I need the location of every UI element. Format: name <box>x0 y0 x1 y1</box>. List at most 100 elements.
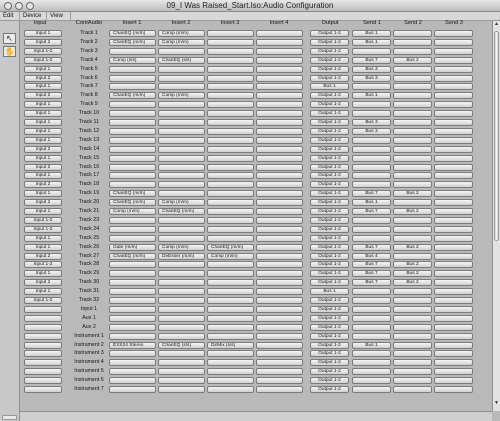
send-slot[interactable] <box>434 65 473 73</box>
insert-slot[interactable] <box>256 110 303 118</box>
send-slot[interactable] <box>434 101 473 109</box>
insert-slot[interactable] <box>109 234 156 242</box>
insert-slot[interactable] <box>158 119 205 126</box>
send-slot[interactable] <box>393 341 432 349</box>
insert-slot[interactable] <box>256 270 303 278</box>
edit-menu[interactable]: Edit <box>0 12 20 21</box>
insert-slot[interactable] <box>256 65 303 73</box>
insert-slot[interactable] <box>207 127 254 135</box>
send-slot[interactable] <box>393 305 432 313</box>
send-slot[interactable]: Bus 2 <box>393 261 432 269</box>
send-slot[interactable] <box>434 225 473 233</box>
output-selector[interactable]: Output 1-2 <box>310 199 349 207</box>
insert-slot[interactable] <box>109 288 156 296</box>
insert-slot[interactable]: ChanEQ (m/m) <box>109 92 156 100</box>
send-slot[interactable] <box>434 74 473 82</box>
scroll-up-icon[interactable]: ▲ <box>494 22 499 27</box>
send-slot[interactable] <box>352 181 391 189</box>
insert-slot[interactable]: Comp (m/m) <box>109 208 156 215</box>
send-slot[interactable]: Bus 1 <box>352 30 391 37</box>
output-selector[interactable]: Output 1-2 <box>310 350 349 358</box>
insert-slot[interactable] <box>109 323 156 331</box>
output-selector[interactable]: Output 1-2 <box>310 127 349 135</box>
insert-slot[interactable] <box>256 136 303 144</box>
insert-slot[interactable] <box>256 341 303 349</box>
send-slot[interactable] <box>393 359 432 367</box>
input-selector[interactable]: Input 2 <box>24 163 62 171</box>
input-selector[interactable] <box>24 359 62 367</box>
insert-slot[interactable] <box>158 350 205 358</box>
insert-slot[interactable] <box>109 154 156 162</box>
insert-slot[interactable] <box>256 154 303 162</box>
send-slot[interactable]: Bus 3 <box>352 74 391 82</box>
input-selector[interactable] <box>24 368 62 376</box>
insert-slot[interactable] <box>207 386 254 393</box>
send-slot[interactable]: Bus 1 <box>352 92 391 100</box>
insert-slot[interactable] <box>109 127 156 135</box>
send-slot[interactable] <box>434 190 473 198</box>
insert-slot[interactable] <box>256 261 303 269</box>
send-slot[interactable] <box>352 101 391 109</box>
insert-slot[interactable] <box>207 234 254 242</box>
insert-slot[interactable] <box>158 261 205 269</box>
send-slot[interactable] <box>393 92 432 100</box>
insert-slot[interactable] <box>207 270 254 278</box>
insert-slot[interactable] <box>207 65 254 73</box>
send-slot[interactable]: Bus 2 <box>393 190 432 198</box>
input-selector[interactable] <box>24 350 62 358</box>
insert-slot[interactable] <box>158 163 205 171</box>
send-slot[interactable] <box>434 350 473 358</box>
insert-slot[interactable] <box>109 332 156 340</box>
send-slot[interactable]: Bus 1 <box>352 341 391 349</box>
insert-slot[interactable]: Comp (m/m) <box>158 30 205 37</box>
insert-slot[interactable] <box>256 172 303 180</box>
input-selector[interactable]: Input 1 <box>24 83 62 91</box>
send-slot[interactable] <box>393 38 432 46</box>
insert-slot[interactable] <box>109 83 156 91</box>
send-slot[interactable]: Bus 2 <box>393 208 432 215</box>
output-selector[interactable]: Output 1-2 <box>310 252 349 260</box>
insert-slot[interactable] <box>207 110 254 118</box>
insert-slot[interactable] <box>158 181 205 189</box>
insert-slot[interactable]: Comp (m/m) <box>207 252 254 260</box>
input-selector[interactable] <box>24 377 62 385</box>
input-selector[interactable]: Input 1 <box>24 234 62 242</box>
insert-slot[interactable] <box>109 261 156 269</box>
output-selector[interactable]: Output 1-2 <box>310 314 349 322</box>
insert-slot[interactable] <box>109 225 156 233</box>
insert-slot[interactable] <box>256 92 303 100</box>
insert-slot[interactable]: Comp (m/m) <box>158 199 205 207</box>
insert-slot[interactable]: ChanEQ (m/m) <box>109 199 156 207</box>
send-slot[interactable] <box>434 359 473 367</box>
insert-slot[interactable] <box>158 305 205 313</box>
input-selector[interactable]: Input 1-2 <box>24 225 62 233</box>
insert-slot[interactable] <box>158 377 205 385</box>
send-slot[interactable] <box>393 297 432 304</box>
input-selector[interactable]: Input 1 <box>24 270 62 278</box>
insert-slot[interactable] <box>158 332 205 340</box>
send-slot[interactable] <box>434 56 473 64</box>
send-slot[interactable] <box>434 110 473 118</box>
insert-slot[interactable] <box>256 74 303 82</box>
insert-slot[interactable] <box>256 127 303 135</box>
output-selector[interactable]: Output 1-2 <box>310 243 349 251</box>
send-slot[interactable]: Bus 2 <box>393 243 432 251</box>
output-selector[interactable]: Output 1-2 <box>310 305 349 313</box>
insert-slot[interactable] <box>158 154 205 162</box>
output-selector[interactable]: Output 1-2 <box>310 386 349 393</box>
send-slot[interactable]: Bus 7 <box>352 243 391 251</box>
input-selector[interactable]: Input 2 <box>24 145 62 153</box>
input-selector[interactable] <box>24 314 62 322</box>
output-selector[interactable]: Output 1-2 <box>310 190 349 198</box>
send-slot[interactable] <box>434 119 473 126</box>
input-selector[interactable]: Input 1-2 <box>24 261 62 269</box>
insert-slot[interactable] <box>109 216 156 224</box>
insert-slot[interactable] <box>256 83 303 91</box>
input-selector[interactable]: Input 1 <box>24 110 62 118</box>
input-selector[interactable]: Input 1-2 <box>24 47 62 55</box>
send-slot[interactable] <box>393 350 432 358</box>
send-slot[interactable] <box>434 377 473 385</box>
send-slot[interactable] <box>393 332 432 340</box>
send-slot[interactable] <box>393 119 432 126</box>
insert-slot[interactable] <box>256 359 303 367</box>
